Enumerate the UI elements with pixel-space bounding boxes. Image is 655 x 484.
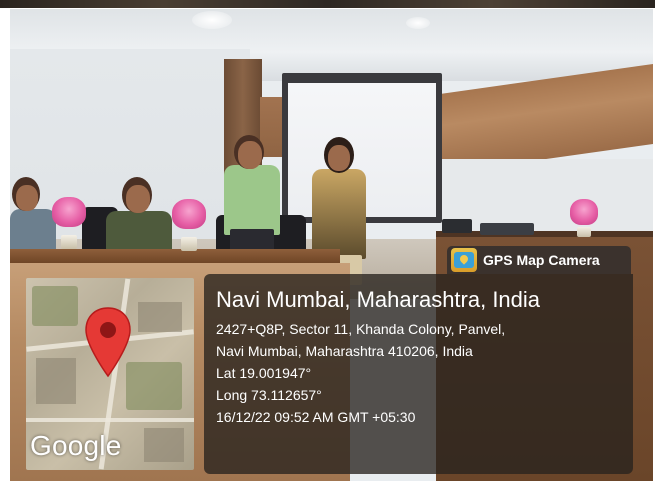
location-title: Navi Mumbai, Maharashtra, India [216,287,541,312]
gps-map-camera-badge: GPS Map Camera [447,246,631,274]
head-table-top [10,249,340,263]
map-pin-icon [85,307,131,378]
location-info-panel: Navi Mumbai, Maharashtra, India 2427+Q8P… [204,274,633,474]
google-attribution: Google [30,430,122,461]
photo-frame: Google GPS Map Camera Navi Mumbai, Mahar… [0,0,655,484]
desk-device [442,219,472,233]
ceiling-light [406,17,430,29]
gps-map-camera-icon [451,248,477,272]
previous-photo-edge [0,0,655,8]
gps-map-camera-label: GPS Map Camera [483,252,600,268]
longitude: Long 73.112657° [216,387,322,403]
desk-device [480,223,534,235]
location-map-thumbnail: Google [26,278,194,470]
address-line-1: 2427+Q8P, Sector 11, Khanda Colony, Panv… [216,321,506,337]
timestamp: 16/12/22 09:52 AM GMT +05:30 [216,409,416,425]
ceiling-light [192,11,232,29]
latitude: Lat 19.001947° [216,365,312,381]
address-line-2: Navi Mumbai, Maharashtra 410206, India [216,343,473,359]
